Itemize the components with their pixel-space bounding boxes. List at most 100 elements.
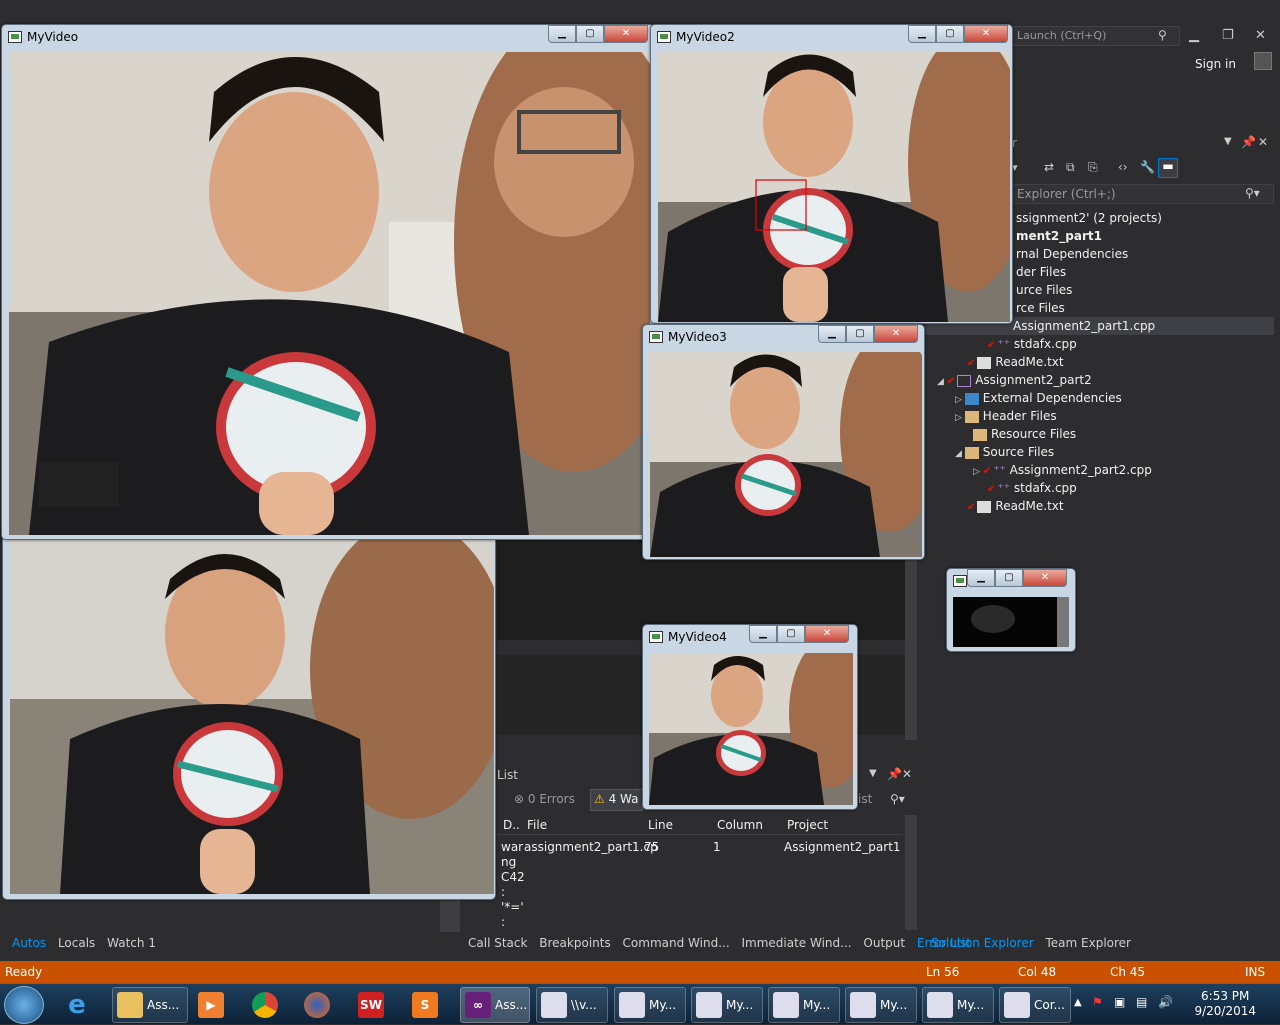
tree-item[interactable]: Resource Files xyxy=(925,425,1274,443)
tree-item[interactable]: der Files xyxy=(1012,263,1274,281)
tree-item[interactable]: ▷ Header Files xyxy=(925,407,1274,425)
expanded-arrow-icon[interactable]: ◢ xyxy=(937,377,947,387)
tray-expand-icon[interactable]: ▲ xyxy=(1074,997,1082,1008)
minimize-icon[interactable]: ▁ xyxy=(1189,28,1199,43)
tab-call-stack[interactable]: Call Stack xyxy=(468,936,527,950)
tree-item[interactable]: rce Files xyxy=(1012,299,1274,317)
minimize-button[interactable]: ▁ xyxy=(818,325,846,343)
maximize-button[interactable]: ▢ xyxy=(995,569,1023,587)
flag-icon[interactable]: ⚑ xyxy=(1092,995,1103,1009)
sign-in-link[interactable]: Sign in xyxy=(1195,57,1236,71)
warnings-filter-button[interactable]: ⚠ 4 Wa xyxy=(590,789,643,811)
tab-output[interactable]: Output xyxy=(863,936,905,950)
video-window-myvideo4[interactable]: MyVideo4 ▁ ▢ ✕ xyxy=(642,624,858,810)
collapsed-arrow-icon[interactable]: ▷ xyxy=(973,467,983,477)
tree-item[interactable]: rnal Dependencies xyxy=(1012,245,1274,263)
tab-breakpoints[interactable]: Breakpoints xyxy=(539,936,610,950)
quick-launch-input[interactable]: Launch (Ctrl+Q) xyxy=(1012,26,1180,46)
tab-team-explorer[interactable]: Team Explorer xyxy=(1046,936,1132,950)
column-header[interactable]: File xyxy=(527,818,547,832)
errors-filter-button[interactable]: ⊗ 0 Errors xyxy=(514,792,575,806)
error-scrollbar[interactable] xyxy=(905,815,917,930)
column-header[interactable]: Column xyxy=(717,818,763,832)
minimize-button[interactable]: ▁ xyxy=(967,569,995,587)
column-header[interactable]: Line xyxy=(648,818,673,832)
close-button[interactable]: ✕ xyxy=(964,25,1008,43)
close-button[interactable]: ✕ xyxy=(874,325,918,343)
maximize-button[interactable]: ▢ xyxy=(576,25,604,43)
vs-taskbar-button[interactable]: ∞ Ass... xyxy=(460,987,530,1023)
tree-item[interactable]: ▷ External Dependencies xyxy=(925,389,1274,407)
video-window-myvideo[interactable]: MyVideo ▁ ▢ ✕ xyxy=(1,24,655,540)
collapse-icon[interactable]: ⧉ xyxy=(1066,160,1075,175)
myvideo-taskbar-button[interactable]: My... xyxy=(845,987,917,1023)
pin-icon[interactable]: 📌 xyxy=(887,767,902,781)
close-button[interactable]: ✕ xyxy=(604,25,648,43)
media-taskbar-button[interactable]: ▶ xyxy=(194,987,240,1023)
solution-search-input[interactable]: Explorer (Ctrl+;) xyxy=(1012,184,1274,204)
tab-autos[interactable]: Autos xyxy=(12,936,46,950)
dropdown-icon[interactable]: ▼ xyxy=(1224,136,1232,147)
maximize-button[interactable]: ▢ xyxy=(846,325,874,343)
tree-item[interactable]: ▷ ✔ ⁺⁺ Assignment2_part2.cpp xyxy=(925,461,1274,479)
chrome-taskbar-button[interactable] xyxy=(248,987,294,1023)
pin-icon[interactable]: 📌 xyxy=(1241,135,1256,149)
collapsed-arrow-icon[interactable]: ▷ xyxy=(955,395,965,405)
code-icon[interactable]: ‹› xyxy=(1118,160,1128,174)
dropdown-icon[interactable]: ▼ xyxy=(869,768,877,779)
myvideo-taskbar-button[interactable]: My... xyxy=(768,987,840,1023)
explorer-taskbar-button[interactable]: Ass... xyxy=(112,987,188,1023)
video-window-myvideo3[interactable]: MyVideo3 ▁ ▢ ✕ xyxy=(642,324,925,560)
myvideo-taskbar-button[interactable]: My... xyxy=(691,987,763,1023)
search-icon[interactable]: ⚲▾ xyxy=(1245,186,1260,200)
minimize-button[interactable]: ▁ xyxy=(908,25,936,43)
avatar[interactable] xyxy=(1254,52,1272,70)
minimize-button[interactable]: ▁ xyxy=(749,625,777,643)
expanded-arrow-icon[interactable]: ◢ xyxy=(955,449,965,459)
console-taskbar-button[interactable]: Cor... xyxy=(999,987,1071,1023)
video-window-myvideo2[interactable]: MyVideo2 ▁ ▢ ✕ xyxy=(650,24,1013,324)
sublime-taskbar-button[interactable]: S xyxy=(408,987,454,1023)
editor-scrollbar[interactable] xyxy=(905,540,917,740)
tree-item[interactable]: urce Files xyxy=(1012,281,1274,299)
close-icon[interactable]: ✕ xyxy=(1258,135,1268,149)
search-icon[interactable]: ⚲▾ xyxy=(890,792,905,806)
firefox-taskbar-button[interactable] xyxy=(300,987,346,1023)
tree-item[interactable]: ✔ ReadMe.txt xyxy=(925,353,1274,371)
table-row[interactable]: war ng C42 : '*=' : assignment2_part1.cp… xyxy=(497,838,902,930)
tree-item[interactable]: ◢ Source Files xyxy=(925,443,1274,461)
start-button[interactable] xyxy=(4,986,44,1024)
volume-icon[interactable]: 🔊 xyxy=(1158,995,1173,1009)
copy-icon[interactable]: ⎘ xyxy=(1088,160,1098,175)
close-icon[interactable]: ✕ xyxy=(902,767,912,781)
tree-item[interactable]: ◢ ✔ Assignment2_part2 xyxy=(925,371,1274,389)
tree-item[interactable]: ment2_part1 xyxy=(1012,227,1274,245)
search-icon[interactable]: ⚲ xyxy=(1158,28,1167,42)
close-button[interactable]: ✕ xyxy=(1023,569,1067,587)
tab-watch[interactable]: Watch 1 xyxy=(107,936,156,950)
error-search-input[interactable]: ist xyxy=(858,792,872,806)
network-icon[interactable]: ▤ xyxy=(1136,995,1147,1009)
tree-item[interactable]: ✔ ReadMe.txt xyxy=(925,497,1274,515)
minimize-button[interactable]: ▁ xyxy=(548,25,576,43)
wrench-icon[interactable]: 🔧 xyxy=(1140,160,1155,174)
tree-item[interactable]: ✔ ⁺⁺ stdafx.cpp xyxy=(925,335,1274,353)
close-icon[interactable]: ✕ xyxy=(1255,28,1266,43)
tree-item[interactable]: ✔ ⁺⁺ stdafx.cpp xyxy=(925,479,1274,497)
tab-command-window[interactable]: Command Wind... xyxy=(623,936,730,950)
myvideo-taskbar-button[interactable]: My... xyxy=(614,987,686,1023)
remote-taskbar-button[interactable]: \\v... xyxy=(536,987,608,1023)
preview-icon[interactable]: ▬ xyxy=(1158,158,1178,178)
maximize-button[interactable]: ▢ xyxy=(936,25,964,43)
tab-immediate-window[interactable]: Immediate Wind... xyxy=(741,936,851,950)
tab-solution-explorer[interactable]: Solution Explorer xyxy=(931,936,1034,950)
video-window-small[interactable]: ▁ ▢ ✕ xyxy=(946,568,1076,652)
device-icon[interactable]: ▣ xyxy=(1114,995,1125,1009)
collapsed-arrow-icon[interactable]: ▷ xyxy=(955,413,965,423)
tab-locals[interactable]: Locals xyxy=(58,936,95,950)
maximize-button[interactable]: ▢ xyxy=(777,625,805,643)
clock[interactable]: 6:53 PM 9/20/2014 xyxy=(1194,989,1256,1019)
close-button[interactable]: ✕ xyxy=(805,625,849,643)
video-window-background[interactable] xyxy=(2,520,496,900)
column-header[interactable]: D.. xyxy=(503,818,520,832)
